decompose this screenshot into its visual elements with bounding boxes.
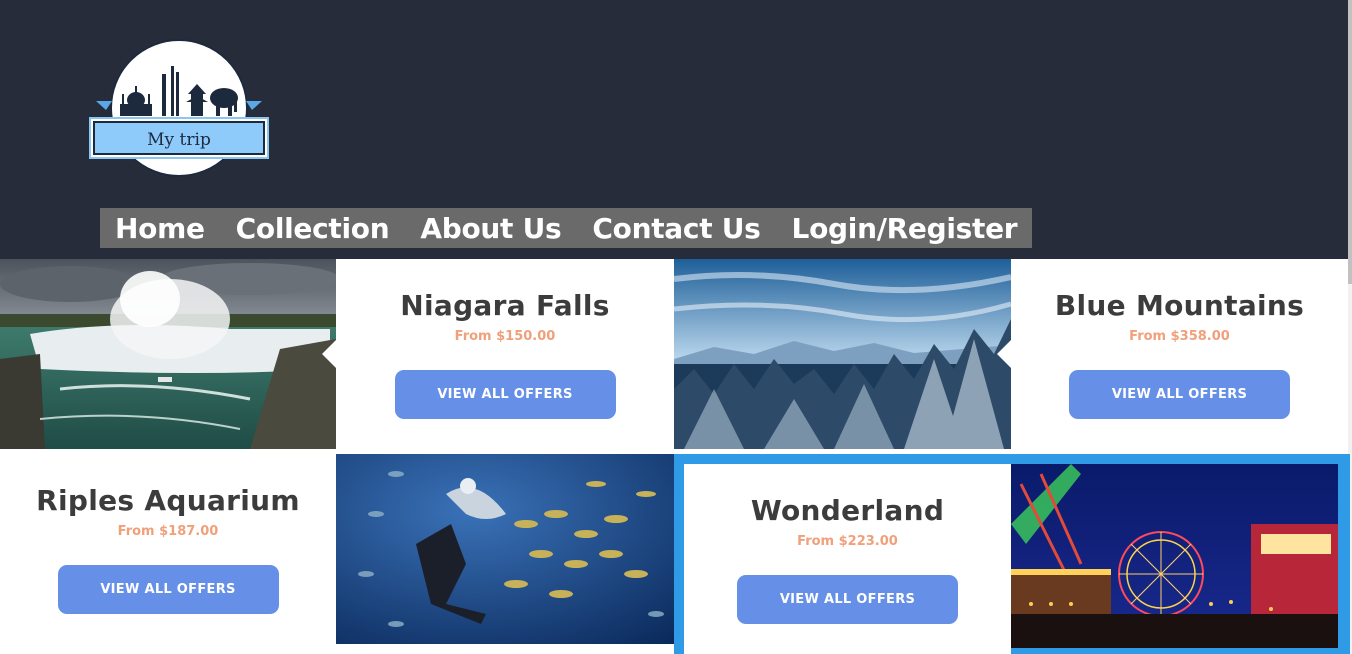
- offer-card-wonderland: Wonderland From $223.00 VIEW ALL OFFERS: [684, 464, 1011, 654]
- nav-contact-us[interactable]: Contact Us: [592, 212, 760, 245]
- pointer-arrow: [997, 340, 1011, 368]
- offer-price: From $223.00: [797, 534, 898, 549]
- offer-price: From $358.00: [1129, 329, 1230, 344]
- nav-about-us[interactable]: About Us: [420, 212, 561, 245]
- blue-mountains-image: [674, 259, 1011, 449]
- scrollbar-thumb[interactable]: [1348, 0, 1352, 284]
- city-skyline-logo-icon: My trip: [89, 39, 269, 177]
- offer-title: Blue Mountains: [1054, 289, 1305, 322]
- svg-text:My trip: My trip: [147, 130, 211, 150]
- offer-price: From $150.00: [454, 329, 556, 344]
- offer-card-blue-mountains: Blue Mountains From $358.00 VIEW ALL OFF…: [1011, 259, 1348, 449]
- view-all-offers-button[interactable]: VIEW ALL OFFERS: [57, 565, 279, 614]
- logo[interactable]: My trip: [88, 38, 270, 178]
- offer-card-aquarium: Riples Aquarium From $187.00 VIEW ALL OF…: [0, 454, 336, 654]
- view-all-offers-button[interactable]: VIEW ALL OFFERS: [394, 370, 616, 419]
- offer-price: From $187.00: [117, 524, 219, 539]
- view-all-offers-button[interactable]: VIEW ALL OFFERS: [737, 575, 958, 624]
- offer-title: Wonderland: [750, 494, 945, 527]
- offer-card-niagara: Niagara Falls From $150.00 VIEW ALL OFFE…: [336, 259, 674, 449]
- nav-home[interactable]: Home: [115, 212, 205, 245]
- aquarium-image: [336, 454, 674, 644]
- view-all-offers-button[interactable]: VIEW ALL OFFERS: [1069, 370, 1290, 419]
- niagara-falls-image: [0, 259, 336, 449]
- main-nav: Home Collection About Us Contact Us Logi…: [100, 208, 1033, 248]
- pointer-arrow: [322, 340, 336, 368]
- nav-login-register[interactable]: Login/Register: [792, 212, 1018, 245]
- offer-title: Riples Aquarium: [36, 484, 300, 517]
- offer-title: Niagara Falls: [400, 289, 610, 322]
- nav-collection[interactable]: Collection: [236, 212, 390, 245]
- site-header: My trip Home Collection About Us Contact…: [0, 0, 1352, 259]
- wonderland-image: [1011, 464, 1338, 648]
